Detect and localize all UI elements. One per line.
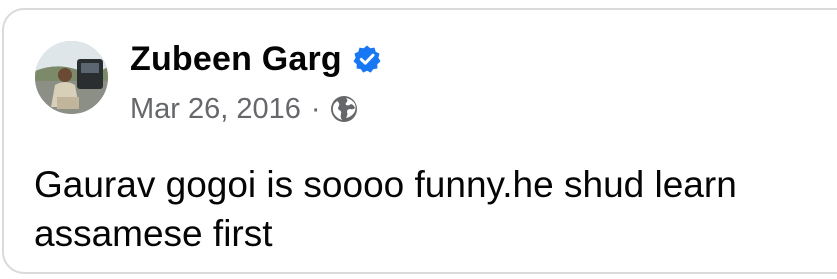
author-row: Zubeen Garg [130,38,382,80]
verified-badge-icon [352,44,382,74]
post-body: Gaurav gogoi is soooo funny.he shud lear… [34,160,834,258]
post-meta: Mar 26, 2016 · [130,90,359,128]
post-text-line-2: assamese first [34,213,273,254]
author-name[interactable]: Zubeen Garg [130,40,342,79]
meta-separator: · [310,92,321,125]
globe-icon[interactable] [329,94,359,124]
post-text-line-1: Gaurav gogoi is soooo funny.he shud lear… [34,164,737,205]
post-date[interactable]: Mar 26, 2016 [130,93,301,126]
author-avatar[interactable] [35,41,108,114]
avatar-photo [35,41,108,114]
